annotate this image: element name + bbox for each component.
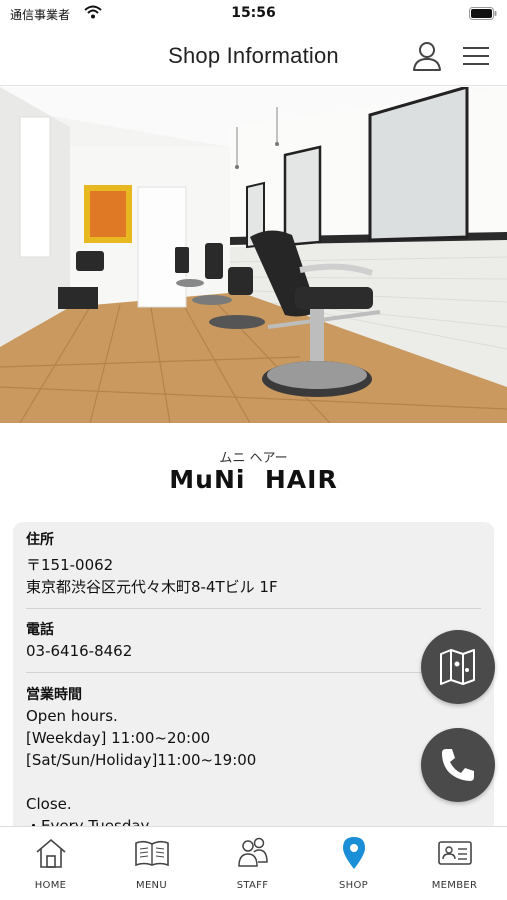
home-icon	[36, 838, 66, 868]
tab-member[interactable]: MEMBER	[404, 827, 505, 900]
tab-label: HOME	[34, 880, 67, 891]
shop-photo	[0, 87, 507, 423]
map-icon	[440, 649, 475, 685]
phone-label: 電話	[26, 622, 54, 638]
tab-label: STAFF	[236, 880, 269, 891]
battery-icon	[469, 7, 497, 20]
shop-name: MuNi HAIR	[169, 465, 338, 494]
hours-intro: Open hours.	[26, 707, 118, 725]
book-icon	[135, 840, 169, 867]
tab-label: SHOP	[339, 880, 368, 891]
tab-label: MEMBER	[431, 880, 478, 891]
postal-code: 〒151-0062	[26, 556, 114, 574]
address-section: 住所 〒151-0062 東京都渋谷区元代々木町8-4Tビル 1F	[26, 530, 481, 598]
hours-section: 営業時間 Open hours. [Weekday] 11:00~20:00 […	[26, 685, 481, 837]
address-text[interactable]: 東京都渋谷区元代々木町8-4Tビル 1F	[26, 576, 481, 598]
status-bar: 通信事業者 15:56	[0, 0, 507, 28]
tab-label: MENU	[136, 880, 167, 891]
status-time: 15:56	[231, 5, 276, 21]
location-pin-icon	[343, 837, 365, 869]
tab-shop[interactable]: SHOP	[303, 827, 404, 900]
tab-menu[interactable]: MENU	[101, 827, 202, 900]
hours-weekday: [Weekday] 11:00~20:00	[26, 729, 211, 747]
tab-staff[interactable]: STAFF	[202, 827, 303, 900]
hours-label: 営業時間	[26, 687, 82, 703]
people-icon	[238, 837, 268, 867]
phone-section: 電話 03-6416-8462	[26, 620, 481, 662]
map-button[interactable]	[421, 630, 495, 704]
hours-weekend: [Sat/Sun/Holiday]11:00~19:00	[26, 751, 257, 769]
id-card-icon	[438, 841, 472, 865]
call-button[interactable]	[421, 728, 495, 802]
shop-name-kana: ムニ ヘアー	[219, 451, 288, 466]
tab-home[interactable]: HOME	[0, 827, 101, 900]
address-label: 住所	[26, 532, 54, 548]
divider	[26, 672, 481, 673]
shop-information-screen: 通信事業者 15:56 Shop Information ムニ ヘアー MuNi…	[0, 0, 507, 900]
phone-icon	[442, 749, 474, 781]
close-label: Close.	[26, 795, 72, 813]
user-icon[interactable]	[411, 40, 443, 72]
divider	[26, 608, 481, 609]
header-bar: Shop Information	[0, 28, 507, 86]
phone-number[interactable]: 03-6416-8462	[26, 640, 481, 662]
bottom-tab-bar: HOME MENU STAFF SHOP MEMBER	[0, 826, 507, 900]
hamburger-menu-icon[interactable]	[462, 44, 490, 68]
